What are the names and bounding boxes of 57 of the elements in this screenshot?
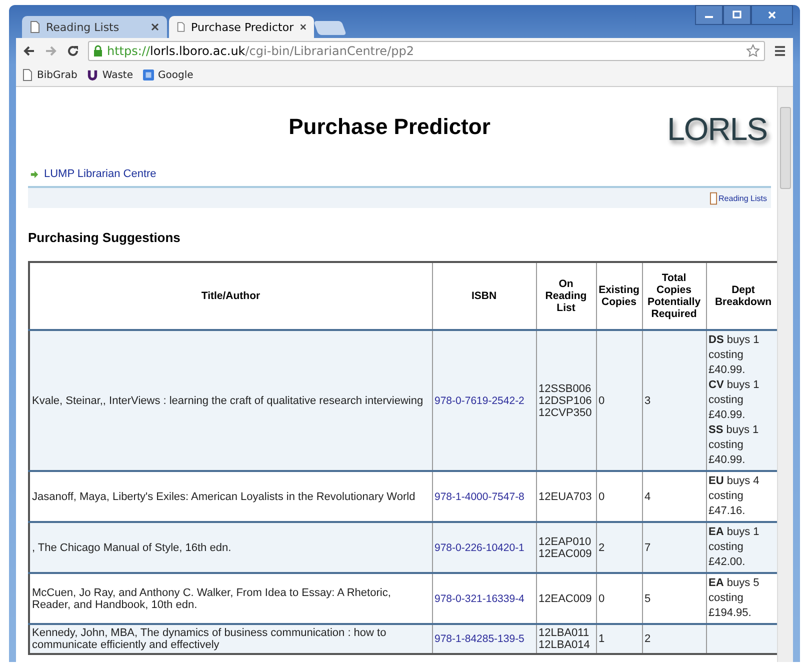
address-bar[interactable]: https://lorls.lboro.ac.uk/cgi-bin/LibrarianCentre/pp2	[88, 41, 765, 61]
browser-tab[interactable]: Purchase Predictor	[169, 16, 314, 38]
table-cell: 2	[642, 624, 706, 654]
back-icon[interactable]	[22, 44, 36, 58]
table-cell: 1	[596, 624, 642, 654]
list-code: 12EAC009	[538, 592, 593, 604]
close-icon[interactable]	[300, 23, 306, 31]
close-icon[interactable]	[151, 23, 159, 31]
list-code: 12LBA014	[538, 639, 591, 651]
bookmark[interactable]: BibGrab	[22, 69, 78, 81]
dept-breakdown: EA buys 1 costing £42.00.	[708, 525, 760, 570]
page-icon	[22, 69, 33, 81]
reading-lists-link[interactable]: Reading Lists	[718, 194, 767, 202]
scrollbar[interactable]	[777, 87, 793, 662]
list-code: 12CVP350	[538, 406, 593, 418]
list-code: 12DSP106	[538, 394, 593, 406]
maximize-button[interactable]	[723, 5, 751, 25]
dept-breakdown: EU buys 4 costing £47.16.	[708, 474, 760, 519]
dept-breakdown: SS buys 1 costing £40.99.	[708, 423, 760, 468]
list-code: 12EAP010	[538, 536, 592, 548]
title-cell: Kennedy, John, MBA, The dynamics of business communication : how to communicate efficiently and effectively	[29, 624, 432, 654]
table-cell: 7	[642, 522, 706, 573]
list-code: 12SSB006	[538, 382, 592, 394]
new-tab-button[interactable]	[313, 21, 347, 35]
title-cell: , The Chicago Manual of Style, 16th edn.	[29, 522, 432, 573]
dept-breakdown: CV buys 1 costing £40.99.	[708, 378, 760, 423]
dept-breakdown: EA buys 5 costing £194.95.	[708, 576, 760, 621]
table-cell: 0	[596, 330, 642, 471]
document-icon	[710, 192, 717, 204]
browser-tab[interactable]: Reading Lists	[22, 16, 167, 38]
menu-icon[interactable]	[773, 44, 787, 58]
bookmark[interactable]: Waste	[87, 69, 133, 81]
nav-link[interactable]: LUMP Librarian Centre	[44, 168, 156, 180]
reload-icon[interactable]	[66, 44, 80, 58]
lock-icon	[93, 45, 103, 57]
arrow-icon	[30, 170, 39, 178]
logo: LORLS	[667, 111, 767, 148]
list-code: 12LBA011	[538, 627, 590, 639]
isbn-link[interactable]: 978-0-7619-2542-2	[434, 394, 524, 406]
scrollbar-thumb[interactable]	[780, 107, 791, 189]
table-cell: 3	[642, 330, 706, 471]
section-heading: Purchasing Suggestions	[28, 230, 182, 245]
u-shape-icon	[87, 69, 98, 81]
title-cell: Kvale, Steinar,, InterViews : learning the craft of qualitative research interviewing	[29, 330, 432, 471]
minimize-button[interactable]	[695, 5, 723, 25]
table-cell: 2	[596, 522, 642, 573]
list-code: 12EAC009	[538, 548, 593, 560]
bookmark[interactable]: Google	[143, 69, 194, 81]
page-title: Purchase Predictor	[288, 114, 492, 140]
maximize-icon[interactable]	[732, 10, 742, 20]
page-icon	[177, 21, 185, 33]
list-code: 12EUA703	[538, 490, 593, 502]
close-button[interactable]	[751, 5, 793, 25]
star-icon[interactable]	[746, 44, 760, 58]
square-icon	[143, 69, 154, 81]
page-icon	[30, 21, 40, 33]
dept-breakdown: DS buys 1 costing £40.99.	[708, 333, 760, 378]
